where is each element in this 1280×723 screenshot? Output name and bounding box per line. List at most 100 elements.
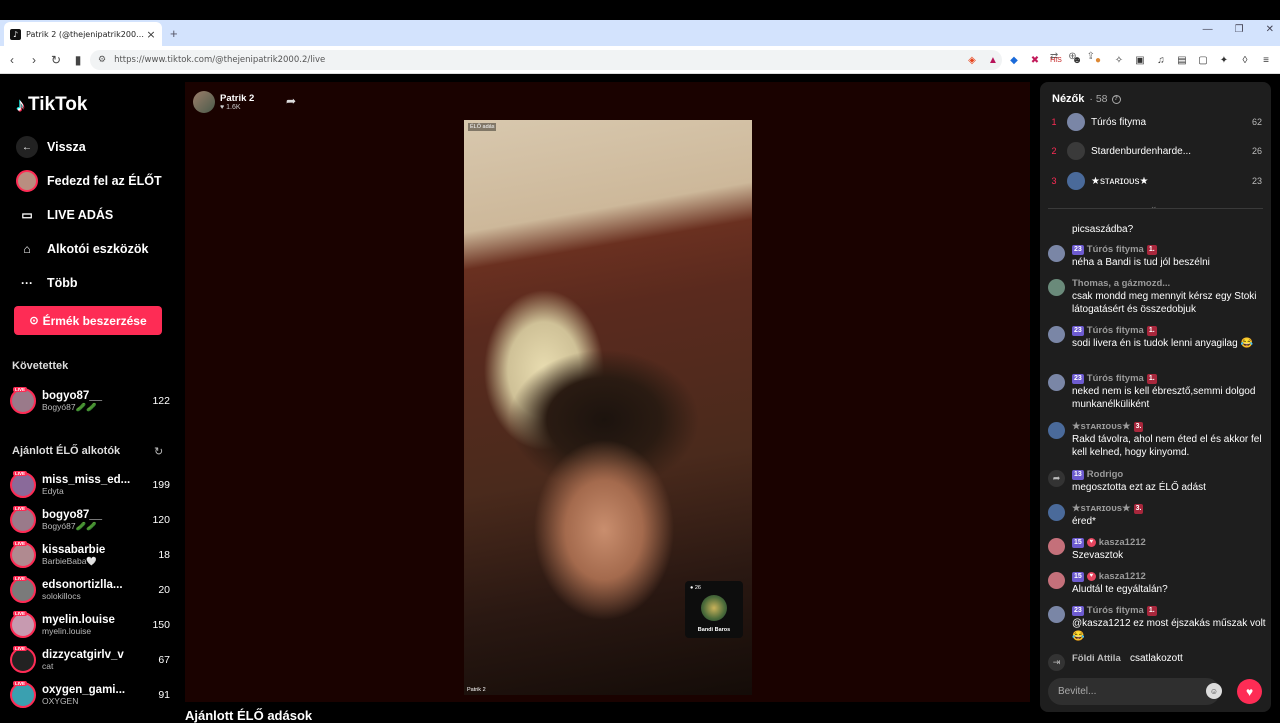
rank-number: 3 <box>1051 176 1057 186</box>
rank-score: 23 <box>1251 176 1262 186</box>
heart-icon[interactable]: ♥ <box>1237 679 1262 704</box>
rank-row[interactable]: 2 Stardenburdenharde... 26 <box>1040 138 1271 164</box>
avatar: LIVE <box>10 646 36 673</box>
browser-tab[interactable]: ♪ Patrik 2 (@thejenipatrik2000... × <box>4 22 162 46</box>
menu-icon[interactable]: ≡ <box>1260 54 1272 66</box>
creator-info[interactable]: Patrik 2 ♥ 1.6K <box>193 91 254 113</box>
message-author[interactable]: ★sᴛᴀʀɪᴏᴜs★ <box>1072 421 1131 432</box>
restore-icon[interactable]: ❐ <box>1235 24 1244 35</box>
message-author[interactable]: Földi Attila <box>1072 653 1121 664</box>
forward-icon[interactable]: › <box>24 53 44 67</box>
rank-score: 62 <box>1251 117 1262 127</box>
avatar <box>1067 113 1085 131</box>
chat-message: ★sᴛᴀʀɪᴏᴜs★ 3. Rakd távolra, ahol nem éted … <box>1046 420 1266 459</box>
chat-message: 23 Túrós fityma 1. @kasza1212 ez most éjsza… <box>1046 604 1266 643</box>
avatar <box>1048 374 1065 391</box>
nav-more[interactable]: ··· Több <box>16 266 162 300</box>
extension-icon[interactable]: ☻ <box>1071 54 1083 66</box>
share-icon[interactable]: ➦ <box>286 94 296 108</box>
message-header: 23 Túrós fityma 1. <box>1072 604 1266 617</box>
brave-shield-icon[interactable]: ◈ <box>966 54 978 66</box>
extension-icon[interactable]: ● <box>1092 54 1104 66</box>
extension-icon[interactable]: ◆ <box>1008 54 1020 66</box>
following-account[interactable]: LIVE bogyo87__ Bogyó87🥒🥒 122 <box>10 385 170 417</box>
extension-icon[interactable]: HIS <box>1050 54 1062 66</box>
sidebar-toggle-icon[interactable]: ▤ <box>1176 54 1188 66</box>
message-author[interactable]: Túrós fityma <box>1087 244 1144 255</box>
guest-panel[interactable]: ● 26 Bandi Baros <box>685 581 743 638</box>
minimize-icon[interactable]: — <box>1203 24 1213 35</box>
message-header: 23 Túrós fityma 1. <box>1072 243 1266 256</box>
back-icon[interactable]: ‹ <box>2 53 22 67</box>
creator-tools-icon: ⌂ <box>23 242 31 256</box>
message-author[interactable]: Túrós fityma <box>1087 605 1144 616</box>
extensions-puzzle-icon[interactable]: ✧ <box>1113 54 1125 66</box>
info-icon[interactable]: ? <box>1111 94 1121 104</box>
guest-count: ● 26 <box>690 585 701 591</box>
recommended-account[interactable]: LIVE myelin.louise myelin.louise 150 <box>10 609 170 641</box>
chat-message: 15 ♥ kasza1212 Szevasztok <box>1046 536 1266 562</box>
nav-live[interactable]: ▭ LIVE ADÁS <box>16 198 162 232</box>
avatar <box>1048 572 1065 589</box>
recommended-account[interactable]: LIVE kissabarbie BarbieBaba🤍 18 <box>10 539 170 571</box>
tiktok-logo[interactable]: ♪ TikTok <box>16 94 87 116</box>
like-count: ♥ 1.6K <box>220 104 241 111</box>
extensions-row: ◈ ▲ ◆ ✖ HIS ☻ ● ✧ ▣ ♫ ▤ ▢ ✦ ◊ ≡ <box>966 50 1272 70</box>
tab-close-icon[interactable]: × <box>146 28 156 41</box>
reload-icon[interactable]: ↻ <box>46 53 66 67</box>
avatar <box>1048 422 1065 439</box>
extension-icon[interactable]: ▣ <box>1134 54 1146 66</box>
message-author[interactable]: Rodrigo <box>1087 469 1123 480</box>
message-author[interactable]: ★sᴛᴀʀɪᴏᴜs★ <box>1072 503 1131 514</box>
message-author[interactable]: Túrós fityma <box>1087 325 1144 336</box>
viewers-header[interactable]: Nézők · 58 ? <box>1052 93 1121 105</box>
message-header: ★sᴛᴀʀɪᴏᴜs★ 3. <box>1072 420 1266 433</box>
close-window-icon[interactable]: ✕ <box>1266 24 1274 35</box>
bookmark-icon[interactable]: ▮ <box>68 53 88 67</box>
chevron-down-icon[interactable]: ⌄ <box>1150 201 1158 212</box>
message-text: néha a Bandi is tud jól beszélni <box>1072 257 1210 268</box>
live-video[interactable]: ÉLŐ adás Patrik 2 ● 26 Bandi Baros <box>464 120 752 695</box>
wallet-icon[interactable]: ▢ <box>1197 54 1209 66</box>
avatar: LIVE <box>10 681 36 708</box>
chat-message: 15 ♥ kasza1212 Aludtál te egyáltalán? <box>1046 570 1266 596</box>
get-coins-button[interactable]: ⊙ Érmék beszerzése <box>14 306 162 335</box>
refresh-icon[interactable]: ↻ <box>154 445 163 458</box>
message-text: sodi livera én is tudok lenni anyagilag … <box>1072 338 1253 349</box>
extension-icon[interactable]: ✖ <box>1029 54 1041 66</box>
creator-name: Patrik 2 <box>220 93 255 104</box>
url-field[interactable]: ⚙ https://www.tiktok.com/@thejenipatrik2… <box>90 50 1002 70</box>
chat-input[interactable]: Bevitel... <box>1048 678 1220 705</box>
site-settings-icon[interactable]: ⚙ <box>98 55 106 65</box>
vpn-icon[interactable]: ◊ <box>1239 54 1251 66</box>
nav-explore-live[interactable]: Fedezd fel az ÉLŐT <box>16 164 162 198</box>
avatar: LIVE <box>10 506 36 533</box>
level-badge: 23 <box>1072 373 1084 384</box>
recommended-account[interactable]: LIVE miss_miss_ed... Edyta 199 <box>10 469 170 501</box>
brave-rewards-icon[interactable]: ▲ <box>987 54 999 66</box>
level-badge: 15 <box>1072 571 1084 582</box>
nav-creator-tools[interactable]: ⌂ Alkotói eszközök <box>16 232 162 266</box>
recommended-account[interactable]: LIVE oxygen_gami... OXYGEN 91 <box>10 679 170 711</box>
media-icon[interactable]: ♫ <box>1155 54 1167 66</box>
message-header: 15 ♥ kasza1212 <box>1072 536 1266 549</box>
address-bar: ‹ › ↻ ▮ ⚙ https://www.tiktok.com/@thejen… <box>0 46 1280 74</box>
recommended-account[interactable]: LIVE bogyo87__ Bogyó87🥒🥒 120 <box>10 504 170 536</box>
message-header: 15 ♥ kasza1212 <box>1072 570 1266 583</box>
tiktok-note-icon: ♪ <box>16 94 25 115</box>
message-author[interactable]: kasza1212 <box>1099 537 1146 548</box>
chat-message: 23 Túrós fityma 1. neked nem is kell ébresz… <box>1046 372 1266 411</box>
recommended-account[interactable]: LIVE dizzycatgirlv_v cat 67 <box>10 644 170 676</box>
new-tab-icon[interactable]: + <box>170 26 178 41</box>
message-author[interactable]: kasza1212 <box>1099 571 1146 582</box>
live-tag: ÉLŐ adás <box>468 123 497 131</box>
leo-ai-icon[interactable]: ✦ <box>1218 54 1230 66</box>
nav-back[interactable]: ← Vissza <box>16 130 162 164</box>
message-author[interactable]: Thomas, a gázmozd... <box>1072 278 1170 289</box>
message-author[interactable]: Túrós fityma <box>1087 373 1144 384</box>
rank-row[interactable]: 1 Túrós fityma 62 <box>1040 109 1271 135</box>
message-header: 23 Túrós fityma 1. <box>1072 372 1266 385</box>
rank-row[interactable]: 3 ★sᴛᴀʀɪᴏᴜs★ 23 <box>1040 168 1271 194</box>
recommended-account[interactable]: LIVE edsonortizlla... solokillocs 20 <box>10 574 170 606</box>
emoji-icon[interactable]: ☺ <box>1206 683 1222 699</box>
